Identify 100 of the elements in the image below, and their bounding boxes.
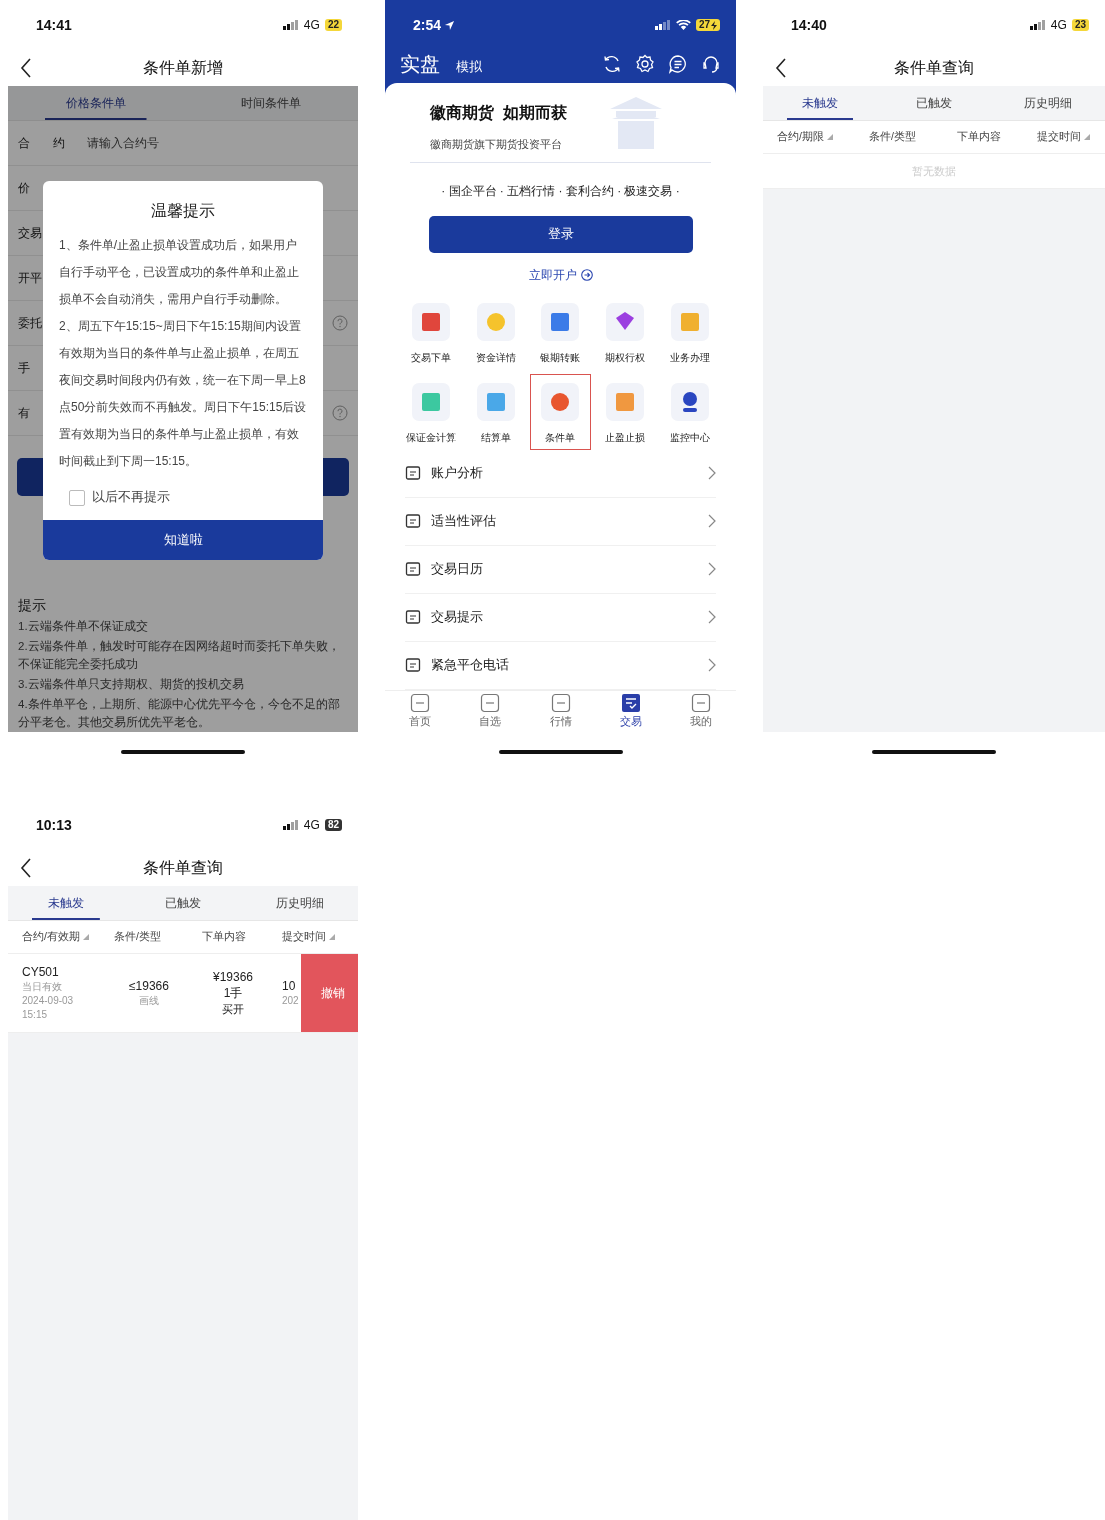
order-quantity: 1手 bbox=[223, 985, 243, 1001]
feature-list: · 国企平台 · 五档行情 · 套利合约 · 极速交易 · bbox=[385, 182, 736, 200]
form-label: 合 约 bbox=[18, 134, 66, 152]
chevron-right-icon bbox=[708, 514, 716, 529]
tab[interactable]: 已触发 bbox=[877, 86, 991, 120]
network-type: 4G bbox=[303, 818, 320, 832]
form-label: 有 bbox=[18, 404, 30, 422]
arrow-circle-icon[interactable] bbox=[580, 269, 593, 282]
order-price: ¥19366 bbox=[212, 969, 253, 985]
shortcut-item[interactable]: 保证金计算 bbox=[401, 381, 462, 450]
tab[interactable]: 时间条件单 bbox=[183, 86, 358, 120]
signal-icon bbox=[654, 20, 671, 30]
order-action: 买开 bbox=[222, 1002, 244, 1017]
brand-subtitle: 徽商期货旗下期货投资平台 bbox=[430, 137, 563, 152]
shortcut-item[interactable]: 业务办理 bbox=[659, 301, 720, 370]
tab[interactable]: 已触发 bbox=[124, 886, 242, 920]
form-label: 交易 bbox=[18, 224, 42, 242]
checkbox[interactable] bbox=[69, 489, 85, 506]
tip-text: 2.云端条件单，触发时可能存在因网络超时而委托下单失败，不保证能完全委托成功 bbox=[18, 639, 341, 672]
dialog-title: 温馨提示 bbox=[150, 201, 216, 221]
column-header: 提交时间 bbox=[282, 930, 326, 944]
brand-slogan: 徽商期货 如期而获 bbox=[430, 102, 568, 124]
submit-date: 202 bbox=[282, 994, 299, 1008]
contract-code: CY501 bbox=[22, 964, 59, 980]
dialog-text: 2、周五下午15:15~周日下午15:15期间内设置有效期为当日的条件单与止盈止损单，在周五夜间交易时间段内仍有效，统一在下周一早上8点50分前失效而不再触发。周日下午15:15后设置有效期为当日的条件单与止盈止损单，有效时间截止到下周一15:15。 bbox=[58, 318, 308, 470]
expiry-date: 2024-09-03 bbox=[22, 994, 74, 1008]
shortcut-item[interactable]: 资金详情 bbox=[465, 301, 527, 370]
back-icon[interactable] bbox=[20, 58, 32, 78]
tab[interactable]: 历史明细 bbox=[241, 886, 358, 920]
validity-text: 当日有效 bbox=[22, 980, 62, 994]
shortcut-item[interactable]: 银期转账 bbox=[530, 301, 591, 370]
form-label: 价 bbox=[18, 179, 30, 197]
bottom-tab[interactable]: 行情 bbox=[525, 690, 596, 732]
tips-title: 提示 bbox=[18, 597, 46, 613]
cancel-button[interactable]: 撤销 bbox=[300, 954, 358, 1032]
chevron-right-icon bbox=[708, 658, 716, 673]
menu-row[interactable]: 账户分析 bbox=[405, 449, 716, 498]
battery-indicator: 22 bbox=[324, 19, 342, 31]
contract-input[interactable]: 请输入合约号 bbox=[85, 135, 240, 151]
dialog-text: 1、条件单/止盈止损单设置成功后，如果用户自行手动平仓，已设置成功的条件单和止盈止损单不会自动消失，需用户自行手动删除。 bbox=[58, 237, 300, 308]
page-title: 条件单查询 bbox=[143, 857, 223, 878]
column-header: 提交时间 bbox=[1037, 130, 1081, 144]
shortcut-item[interactable]: 结算单 bbox=[465, 381, 527, 450]
column-header: 下单内容 bbox=[957, 130, 1001, 144]
chevron-right-icon bbox=[708, 562, 716, 577]
shortcut-item[interactable]: 监控中心 bbox=[659, 381, 720, 450]
signal-icon bbox=[282, 820, 299, 830]
battery-indicator: 23 bbox=[1071, 19, 1089, 31]
form-label: 手 bbox=[18, 359, 30, 377]
account-tab[interactable]: 实盘 bbox=[400, 50, 440, 78]
chevron-right-icon bbox=[708, 610, 716, 625]
status-time: 2:54 bbox=[413, 17, 456, 33]
column-header: 条件/类型 bbox=[869, 130, 916, 144]
menu-row[interactable]: 交易日历 bbox=[405, 545, 716, 594]
bottom-tab[interactable]: 交易 bbox=[595, 690, 666, 732]
login-button[interactable]: 登录 bbox=[428, 215, 693, 253]
signal-icon bbox=[1029, 20, 1046, 30]
chevron-right-icon bbox=[708, 466, 716, 481]
back-icon[interactable] bbox=[20, 858, 32, 878]
settings-icon[interactable] bbox=[635, 54, 655, 74]
shortcut-item[interactable]: 止盈止损 bbox=[594, 381, 656, 450]
battery-indicator: 27 bbox=[695, 19, 720, 31]
page-title: 条件单查询 bbox=[894, 57, 974, 78]
account-tab[interactable]: 模拟 bbox=[456, 58, 482, 76]
form-label: 开平 bbox=[18, 269, 42, 287]
signal-icon bbox=[282, 20, 299, 30]
column-header: 条件/类型 bbox=[114, 930, 161, 944]
column-header: 合约/有效期 bbox=[22, 930, 80, 944]
form-label: 委托 bbox=[18, 314, 42, 332]
battery-indicator: 82 bbox=[324, 819, 342, 831]
status-time: 14:41 bbox=[36, 17, 72, 33]
coin-icon bbox=[476, 302, 515, 341]
page-title: 条件单新增 bbox=[143, 57, 223, 78]
shortcut-item[interactable]: 条件单 bbox=[530, 373, 591, 450]
bottom-tab[interactable]: 我的 bbox=[665, 690, 736, 732]
status-time: 14:40 bbox=[791, 17, 827, 33]
open-account-link[interactable]: 立即开户 bbox=[528, 266, 577, 284]
refresh-icon[interactable] bbox=[602, 54, 622, 74]
back-icon[interactable] bbox=[775, 58, 787, 78]
status-time: 10:13 bbox=[36, 817, 72, 833]
expiry-time: 15:15 bbox=[22, 1008, 48, 1022]
shortcut-item[interactable]: 期权行权 bbox=[594, 301, 656, 370]
bottom-tab[interactable]: 首页 bbox=[385, 690, 456, 732]
column-header: 下单内容 bbox=[202, 930, 246, 944]
checkbox-label: 以后不再提示 bbox=[92, 489, 170, 506]
headset-icon[interactable] bbox=[701, 54, 721, 74]
network-type: 4G bbox=[303, 18, 320, 32]
tab[interactable]: 历史明细 bbox=[991, 86, 1105, 120]
menu-row[interactable]: 适当性评估 bbox=[405, 497, 716, 546]
tip-text: 3.云端条件单只支持期权、期货的投机交易 bbox=[18, 677, 245, 692]
tip-text: 4.条件单平仓，上期所、能源中心优先平今仓，今仓不足的部分平老仓。其他交易所优先平老仓。 bbox=[18, 697, 341, 730]
shortcut-item[interactable]: 交易下单 bbox=[401, 301, 462, 370]
bottom-tab[interactable]: 自选 bbox=[455, 690, 526, 732]
confirm-button[interactable]: 知道啦 bbox=[43, 520, 323, 560]
menu-row[interactable]: 交易提示 bbox=[405, 593, 716, 642]
network-type: 4G bbox=[1050, 18, 1067, 32]
menu-row[interactable]: 紧急平仓电话 bbox=[405, 641, 716, 690]
condition-type: 画线 bbox=[139, 994, 159, 1008]
message-icon[interactable] bbox=[668, 54, 688, 74]
submit-time: 10 bbox=[282, 978, 296, 994]
